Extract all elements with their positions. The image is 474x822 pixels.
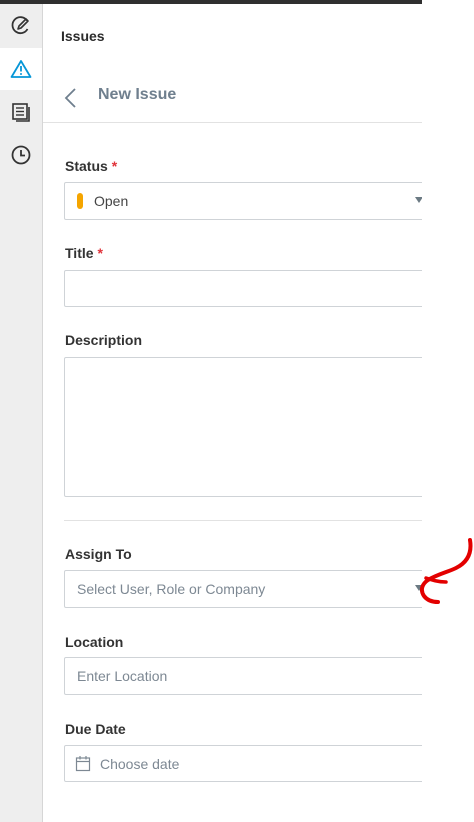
status-color-indicator [77, 193, 83, 209]
side-rail [0, 4, 43, 822]
due-date-label: Due Date [65, 721, 126, 737]
rail-button-markup[interactable] [0, 4, 42, 46]
calendar-icon [75, 755, 91, 777]
required-marker: * [111, 158, 118, 174]
due-date-picker[interactable]: Choose date [64, 745, 422, 782]
assign-to-select[interactable]: Select User, Role or Company [64, 570, 422, 608]
issues-panel: Issues New Issue Status * Open Title * Des… [43, 4, 422, 822]
section-divider [64, 520, 422, 521]
panel-title: Issues [61, 28, 105, 44]
warning-icon [10, 59, 32, 79]
clock-icon [10, 144, 32, 166]
sheets-icon [10, 101, 32, 123]
markup-icon [10, 14, 32, 36]
required-marker: * [97, 245, 103, 261]
rail-button-issues[interactable] [0, 48, 42, 90]
title-label: Title * [65, 245, 103, 261]
title-input[interactable] [64, 270, 422, 307]
due-date-placeholder: Choose date [100, 756, 180, 772]
chevron-down-icon [415, 197, 422, 203]
status-label: Status * [65, 158, 118, 174]
annotation-mark [418, 536, 474, 613]
location-placeholder: Enter Location [77, 668, 168, 684]
assign-to-placeholder: Select User, Role or Company [77, 581, 266, 597]
description-textarea[interactable] [64, 357, 422, 497]
location-input[interactable]: Enter Location [64, 657, 422, 695]
status-value: Open [94, 193, 129, 209]
divider [43, 122, 422, 123]
location-label: Location [65, 634, 124, 650]
rail-button-sheets[interactable] [0, 91, 42, 133]
description-label: Description [65, 332, 143, 348]
status-select[interactable]: Open [64, 182, 422, 220]
page-title: New Issue [98, 86, 177, 103]
back-button[interactable] [61, 86, 83, 110]
assign-to-label: Assign To [65, 546, 132, 562]
rail-button-history[interactable] [0, 134, 42, 176]
chevron-left-icon [61, 88, 83, 114]
